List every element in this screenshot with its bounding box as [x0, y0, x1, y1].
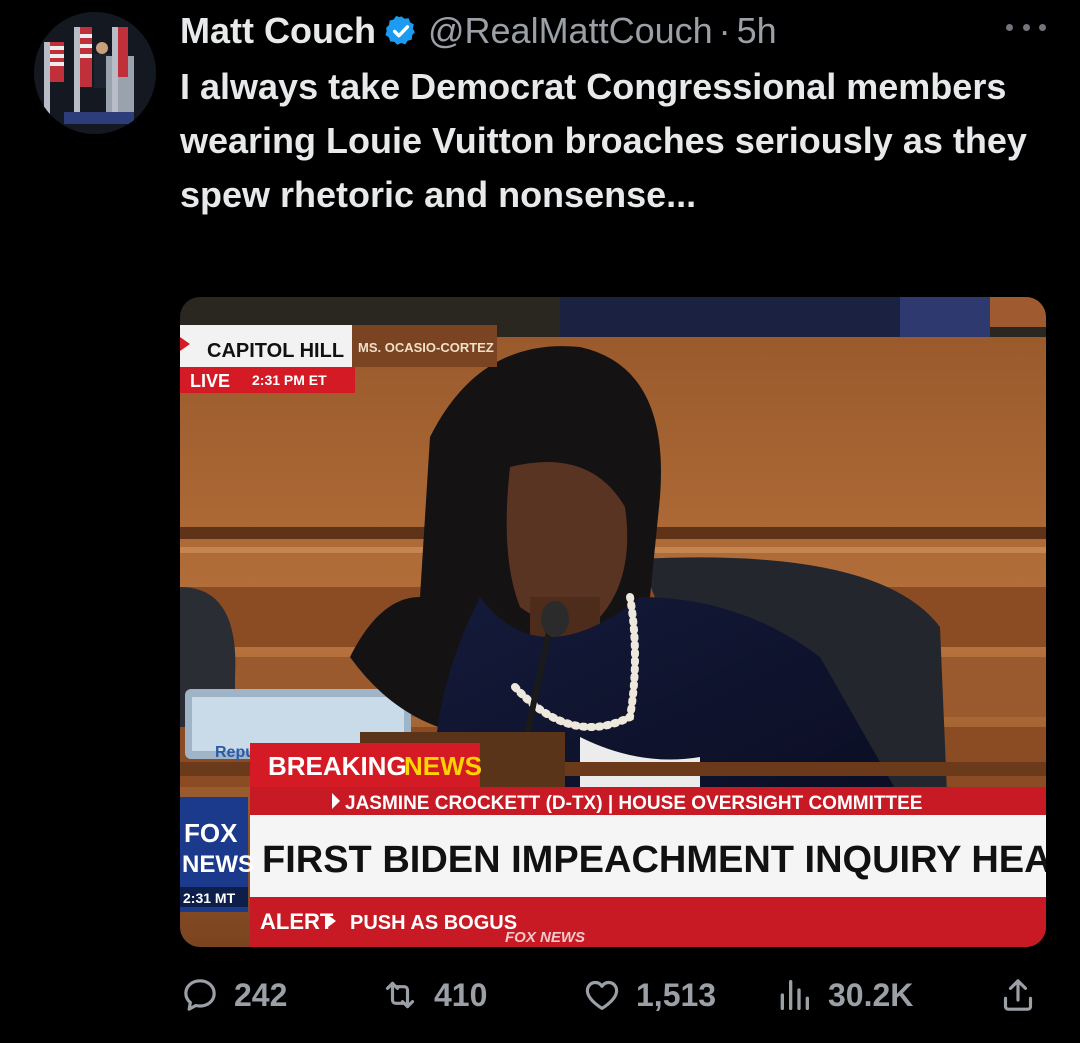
- reply-icon: [184, 979, 216, 1011]
- like-count: 1,513: [636, 976, 717, 1013]
- network-logo-bottom: NEWS: [182, 851, 254, 878]
- share-button[interactable]: [998, 970, 1038, 1020]
- headline-text: FIRST BIDEN IMPEACHMENT INQUIRY HEARING …: [262, 839, 1046, 881]
- network-logo-top: FOX: [184, 818, 238, 848]
- news-broadcast-still: CAPITOL HILL LIVE 2:31 PM ET MS. OCASIO-…: [180, 297, 1046, 947]
- repost-button[interactable]: 410: [380, 970, 487, 1020]
- reply-count: 242: [234, 976, 288, 1013]
- post-header: Matt Couch @RealMattCouch · 5h: [180, 8, 777, 54]
- verified-badge-icon: [385, 15, 415, 45]
- views-chart-icon: [780, 980, 809, 1010]
- alert-label: ALERT: [260, 909, 334, 934]
- view-count: 30.2K: [828, 976, 914, 1013]
- post-text: I always take Democrat Congressional mem…: [180, 66, 1027, 215]
- live-label: LIVE: [190, 371, 230, 391]
- heart-icon: [585, 980, 619, 1010]
- views-button[interactable]: 30.2K: [774, 970, 913, 1020]
- ticker-text: PUSH AS BOGUS: [350, 912, 517, 934]
- repost-count: 410: [434, 976, 488, 1013]
- like-button[interactable]: 1,513: [582, 970, 716, 1020]
- location-label: CAPITOL HILL: [207, 340, 344, 362]
- speaker-line: JASMINE CROCKETT (D-TX) | HOUSE OVERSIGH…: [345, 793, 922, 814]
- nameplate-text: MS. OCASIO-CORTEZ: [358, 340, 494, 355]
- network-time: 2:31 MT: [183, 890, 236, 906]
- post-media-image[interactable]: CAPITOL HILL LIVE 2:31 PM ET MS. OCASIO-…: [180, 297, 1046, 947]
- repost-icon: [385, 981, 415, 1009]
- post-time[interactable]: 5h: [737, 10, 777, 52]
- author-handle[interactable]: @RealMattCouch: [428, 10, 713, 52]
- reply-button[interactable]: 242: [180, 970, 287, 1020]
- post-action-bar: 242 410 1,513 30.2K: [180, 970, 1046, 1020]
- breaking-label: BREAKING: [268, 751, 407, 781]
- avatar-image: [34, 12, 156, 134]
- author-avatar[interactable]: [34, 12, 156, 134]
- more-options-icon[interactable]: [1006, 12, 1046, 42]
- live-time: 2:31 PM ET: [252, 372, 327, 388]
- separator-dot: ·: [718, 10, 731, 51]
- ticker-network: FOX NEWS: [505, 929, 585, 946]
- rep-partial-label: Repu: [215, 744, 255, 761]
- breaking-label-news: NEWS: [404, 751, 482, 781]
- author-name[interactable]: Matt Couch: [180, 10, 376, 52]
- share-icon: [1003, 979, 1033, 1011]
